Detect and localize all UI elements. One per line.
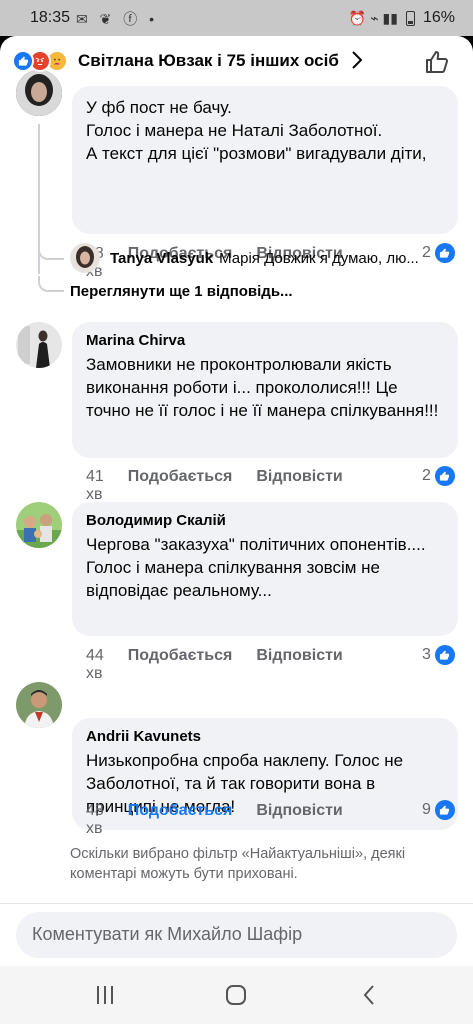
comment-author[interactable]: Marina Chirva <box>86 332 444 349</box>
comment-bubble: У фб пост не бачу. Голос і манера не Нат… <box>72 86 458 234</box>
comment-bubble: Володимир Скалій Чергова "заказуха" полі… <box>72 502 458 636</box>
thread-connector <box>38 276 64 292</box>
filter-note: Оскільки вибрано фільтр «Найактуальніші»… <box>70 846 406 882</box>
home-icon[interactable] <box>221 982 251 1008</box>
reaction-count[interactable]: 2 <box>422 243 455 263</box>
like-reaction-icon <box>434 243 455 263</box>
like-button[interactable]: Подобається <box>128 802 233 838</box>
recent-apps-icon[interactable] <box>90 982 120 1008</box>
like-button[interactable]: Подобається <box>128 468 233 504</box>
system-nav-bar <box>0 966 473 1024</box>
notification-icons: ✉ ❦ ⓕ • <box>76 11 159 27</box>
reaction-count[interactable]: 9 <box>422 800 455 820</box>
comment-time: 41 хв <box>86 468 104 503</box>
reply-button[interactable]: Відповісти <box>256 647 342 683</box>
comment-text: Замовники не проконтролювали якість вико… <box>86 355 439 420</box>
reaction-count[interactable]: 2 <box>422 466 455 486</box>
like-reaction-icon <box>12 50 34 72</box>
thumbs-up-icon[interactable] <box>423 48 451 76</box>
battery-icon <box>405 10 415 26</box>
comment-author[interactable]: Andrii Kavunets <box>86 728 444 745</box>
avatar[interactable] <box>16 322 62 368</box>
reaction-count-value: 2 <box>422 244 431 261</box>
comment-time: 48 хв <box>86 802 104 837</box>
reply-author[interactable]: Tanya Vlasyuk <box>110 250 213 267</box>
reply-snippet: Марія Довжик я думаю, лю... <box>219 249 419 267</box>
like-reaction-icon <box>434 800 455 820</box>
status-icons: ⏰ ⌁ ▮▮ <box>348 9 398 26</box>
avatar[interactable] <box>16 502 62 548</box>
comment-author[interactable]: Володимир Скалій <box>86 512 444 529</box>
like-button[interactable]: Подобається <box>128 647 233 683</box>
reaction-icons <box>12 50 74 74</box>
reactions-header[interactable]: Світлана Ювзак і 75 інших осіб <box>0 36 473 88</box>
status-bar: 18:35 ✉ ❦ ⓕ • ⏰ ⌁ ▮▮ 16% <box>0 0 473 36</box>
comment-time: 44 хв <box>86 647 104 682</box>
comment-bubble: Marina Chirva Замовники не проконтролюва… <box>72 322 458 458</box>
chevron-right-icon[interactable] <box>350 49 364 77</box>
comment-text: У фб пост не бачу. Голос і манера не Нат… <box>86 98 427 163</box>
battery-percent: 16% <box>422 9 455 26</box>
comments-sheet: Світлана Ювзак і 75 інших осіб У фб пост… <box>0 36 473 966</box>
reply-preview[interactable]: Tanya Vlasyuk Марія Довжик я думаю, лю..… <box>70 242 419 274</box>
comment-text: Чергова "заказуха" політичних опонентів.… <box>86 535 426 600</box>
clock: 18:35 <box>30 9 71 26</box>
reaction-count[interactable]: 3 <box>422 645 455 665</box>
avatar[interactable] <box>16 682 62 728</box>
reactors-summary[interactable]: Світлана Ювзак і 75 інших осіб <box>78 51 339 71</box>
thread-connector <box>38 248 64 260</box>
comment-actions: 44 хв Подобається Відповісти <box>86 647 367 683</box>
reaction-count-value: 9 <box>422 801 431 818</box>
comment-actions: 41 хв Подобається Відповісти <box>86 468 367 504</box>
system-icons: ⏰ ⌁ ▮▮ 16% <box>349 9 455 27</box>
back-icon[interactable] <box>355 982 385 1008</box>
reaction-count-value: 2 <box>422 467 431 484</box>
comment-actions: 48 хв Подобається Відповісти <box>86 802 367 838</box>
reply-button[interactable]: Відповісти <box>256 468 342 504</box>
reaction-count-value: 3 <box>422 646 431 663</box>
like-reaction-icon <box>434 466 455 486</box>
reply-button[interactable]: Відповісти <box>256 802 342 838</box>
view-more-replies-link[interactable]: Переглянути ще 1 відповідь... <box>70 283 293 300</box>
divider <box>0 903 473 904</box>
comment-input[interactable]: Коментувати як Михайло Шафір <box>16 912 457 958</box>
avatar[interactable] <box>70 243 100 273</box>
like-reaction-icon <box>434 645 455 665</box>
avatar[interactable] <box>16 70 62 116</box>
